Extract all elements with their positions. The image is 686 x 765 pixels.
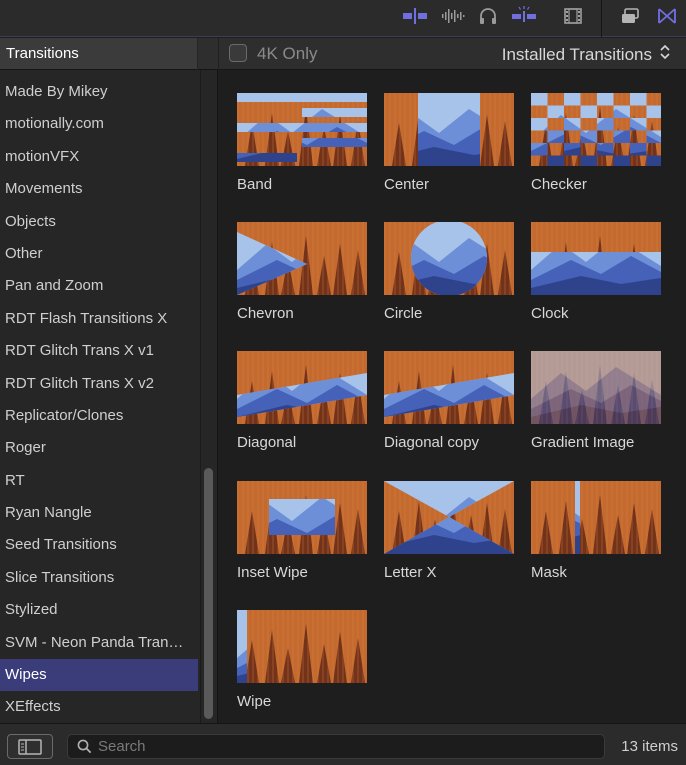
transition-thumbnail[interactable] — [237, 481, 367, 554]
sidebar-header[interactable]: Transitions — [0, 38, 197, 70]
headphones-icon[interactable] — [477, 6, 499, 26]
sidebar-item[interactable]: Seed Transitions — [0, 529, 198, 561]
transition-tile[interactable]: Center — [384, 93, 514, 193]
transition-label: Clock — [531, 305, 569, 322]
transition-tile[interactable]: Diagonal copy — [384, 351, 514, 451]
transition-label: Chevron — [237, 305, 294, 322]
transition-thumbnail[interactable] — [531, 481, 661, 554]
transition-tile[interactable]: Clock — [531, 222, 661, 322]
transition-thumbnail[interactable] — [384, 93, 514, 166]
installed-transitions-label: Installed Transitions — [501, 44, 652, 64]
transition-label: Mask — [531, 564, 567, 581]
transition-tile[interactable]: Diagonal — [237, 351, 367, 451]
sidebar-item[interactable]: Made By Mikey — [0, 76, 198, 108]
sidebar-item[interactable]: RT — [0, 465, 198, 497]
transition-tile[interactable]: Inset Wipe — [237, 481, 367, 581]
transition-tile[interactable]: Circle — [384, 222, 514, 322]
transition-thumbnail[interactable] — [384, 481, 514, 554]
bottom-bar: 13 items — [0, 723, 686, 765]
sidebar-toggle-icon — [18, 738, 42, 755]
search-input[interactable] — [98, 735, 598, 758]
transition-thumbnail[interactable] — [384, 222, 514, 295]
sidebar-item[interactable]: Stylized — [0, 594, 198, 626]
transition-label: Circle — [384, 305, 423, 322]
sidebar-item[interactable]: RDT Glitch Trans X v1 — [0, 335, 198, 367]
window-stack-icon[interactable] — [619, 6, 641, 26]
transition-thumbnail[interactable] — [531, 351, 661, 424]
transition-tile[interactable]: Chevron — [237, 222, 367, 322]
category-list: Made By Mikey motionally.com motionVFX Move… — [0, 76, 198, 724]
transition-label: Diagonal copy — [384, 434, 480, 451]
sidebar-item[interactable]: motionally.com — [0, 108, 198, 140]
sidebar-scrollbar-thumb[interactable] — [204, 468, 213, 719]
transitions-grid: Band Center Checker Chevron Circle Clock… — [219, 71, 686, 723]
transition-label: Checker — [531, 176, 587, 193]
sidebar-item[interactable]: RDT Flash Transitions X — [0, 303, 198, 335]
sidebar-item[interactable]: Wipes — [0, 659, 198, 692]
transition-label: Inset Wipe — [237, 564, 308, 581]
sidebar-item[interactable]: Movements — [0, 173, 198, 205]
transitions-icon[interactable] — [656, 6, 678, 26]
sidebar-item[interactable]: Pan and Zoom — [0, 270, 198, 302]
sidebar-header-corner — [198, 38, 218, 70]
transition-label: Center — [384, 176, 430, 193]
transition-label: Letter X — [384, 564, 437, 581]
4k-only-checkbox[interactable] — [229, 44, 247, 62]
sidebar-item[interactable]: XEffects — [0, 691, 198, 723]
transition-tile[interactable]: Gradient Image — [531, 351, 661, 451]
sidebar-toggle-button[interactable] — [7, 734, 53, 759]
installed-transitions-popup[interactable]: Installed Transitions — [502, 44, 670, 65]
skimming-icon[interactable] — [510, 6, 538, 26]
transition-tile[interactable]: Checker — [531, 93, 661, 193]
transition-label: Wipe — [237, 693, 272, 710]
transition-label: Diagonal — [237, 434, 297, 451]
sidebar-item[interactable]: SVM - Neon Panda Tran… — [0, 627, 198, 659]
sidebar-item[interactable]: Slice Transitions — [0, 562, 198, 594]
transition-thumbnail[interactable] — [531, 93, 661, 166]
transition-tile[interactable]: Mask — [531, 481, 661, 581]
sidebar-header-label: Transitions — [6, 45, 79, 62]
transition-thumbnail[interactable] — [237, 222, 367, 295]
transition-tile[interactable]: Band — [237, 93, 367, 193]
transition-thumbnail[interactable] — [237, 93, 367, 166]
transition-tile[interactable]: Wipe — [237, 610, 367, 710]
clip-connect-icon[interactable] — [401, 6, 429, 26]
sidebar-item[interactable]: motionVFX — [0, 141, 198, 173]
transition-thumbnail[interactable] — [531, 222, 661, 295]
transition-thumbnail[interactable] — [237, 351, 367, 424]
browser-header: 4K Only Installed Transitions — [219, 38, 686, 70]
transition-tile[interactable]: Letter X — [384, 481, 514, 581]
sidebar-item[interactable]: Roger — [0, 432, 198, 464]
sidebar-item[interactable]: Replicator/Clones — [0, 400, 198, 432]
top-toolbar — [0, 0, 686, 37]
item-count: 13 items — [621, 738, 678, 755]
audio-waveform-icon[interactable] — [440, 6, 466, 26]
filmstrip-icon[interactable] — [562, 6, 584, 26]
sidebar-item[interactable]: Objects — [0, 206, 198, 238]
up-down-chevron-icon — [660, 44, 670, 65]
sidebar-item[interactable]: RDT Glitch Trans X v2 — [0, 368, 198, 400]
transition-label: Gradient Image — [531, 434, 635, 451]
toolbar-divider — [601, 0, 602, 37]
transition-thumbnail[interactable] — [384, 351, 514, 424]
category-sidebar: Transitions Made By Mikey motionally.com m… — [0, 38, 218, 723]
transition-thumbnail[interactable] — [237, 610, 367, 683]
4k-only-label: 4K Only — [257, 44, 318, 63]
sidebar-item[interactable]: Ryan Nangle — [0, 497, 198, 529]
search-field[interactable] — [67, 734, 605, 759]
search-icon — [77, 739, 92, 759]
transition-label: Band — [237, 176, 273, 193]
sidebar-item[interactable]: Other — [0, 238, 198, 270]
